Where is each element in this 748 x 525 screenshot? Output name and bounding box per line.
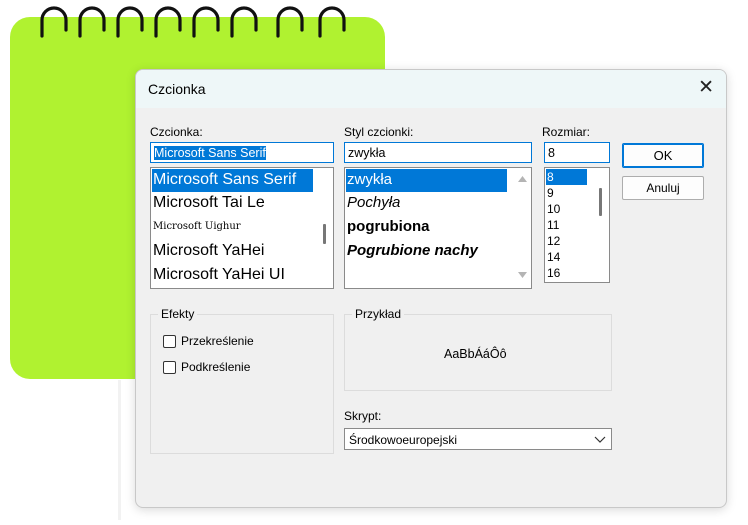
size-list-scrollbar[interactable] — [592, 168, 609, 282]
ok-button[interactable]: OK — [622, 143, 704, 168]
script-label: Skrypt: — [344, 409, 382, 423]
font-size-input[interactable]: 8 — [544, 142, 610, 163]
font-list-scrollbar[interactable] — [316, 168, 333, 288]
strikeout-label[interactable]: Przekreślenie — [181, 334, 254, 348]
font-style-list[interactable]: zwykła Pochyła pogrubiona Pogrubione nac… — [344, 167, 532, 289]
style-list-item-bold-italic[interactable]: Pogrubione nachy — [346, 240, 478, 263]
font-size-list[interactable]: 8 9 10 11 12 14 16 — [544, 167, 610, 283]
font-list-scroll-thumb[interactable] — [323, 224, 326, 244]
chevron-down-icon — [594, 436, 606, 443]
effects-group-title: Efekty — [158, 307, 198, 321]
underline-checkbox[interactable] — [163, 361, 176, 374]
size-list-item[interactable]: 16 — [546, 265, 560, 281]
sample-text: AaBbÁáÔô — [444, 347, 507, 361]
style-label: Styl czcionki: — [344, 125, 414, 139]
font-list[interactable]: Microsoft Sans Serif Microsoft Tai Le Mi… — [150, 167, 334, 289]
size-list-item[interactable]: 9 — [546, 185, 554, 201]
font-style-input[interactable]: zwykła — [344, 142, 532, 163]
font-list-item-microsoft-uighur[interactable]: Microsoft Uighur — [152, 216, 241, 239]
style-list-item-italic[interactable]: Pochyła — [346, 192, 400, 215]
scroll-up-arrow-icon[interactable] — [518, 176, 527, 182]
close-icon[interactable]: ✕ — [698, 78, 714, 97]
font-list-item-microsoft-yahei[interactable]: Microsoft YaHei — [152, 240, 264, 263]
script-value: Środkowoeuropejski — [349, 433, 458, 447]
font-list-item-microsoft-sans-serif[interactable]: Microsoft Sans Serif — [152, 169, 313, 192]
font-label: Czcionka: — [150, 125, 203, 139]
font-name-input[interactable]: Microsoft Sans Serif — [150, 142, 334, 163]
size-label: Rozmiar: — [542, 125, 591, 139]
spiral-binding-icon — [40, 6, 346, 38]
size-list-scroll-thumb[interactable] — [599, 188, 602, 216]
scroll-down-arrow-icon[interactable] — [518, 272, 527, 278]
style-list-item-bold[interactable]: pogrubiona — [346, 216, 430, 239]
dialog-titlebar: Czcionka ✕ — [136, 70, 726, 108]
font-name-value: Microsoft Sans Serif — [154, 146, 266, 160]
font-list-item-microsoft-tai-le[interactable]: Microsoft Tai Le — [152, 192, 265, 215]
font-dialog: Czcionka ✕ Czcionka: Microsoft Sans Seri… — [135, 69, 727, 508]
size-list-item[interactable]: 10 — [546, 201, 560, 217]
size-list-item[interactable]: 14 — [546, 249, 560, 265]
dialog-title: Czcionka — [148, 81, 206, 97]
underline-label[interactable]: Podkreślenie — [181, 360, 250, 374]
size-list-item[interactable]: 8 — [546, 169, 587, 185]
script-select[interactable]: Środkowoeuropejski — [344, 428, 612, 450]
font-list-item-microsoft-yahei-ui[interactable]: Microsoft YaHei UI — [152, 264, 285, 287]
sample-group-title: Przykład — [352, 307, 405, 321]
style-list-scrollbar[interactable] — [514, 168, 531, 288]
page-edge-line — [118, 380, 121, 520]
style-list-item-regular[interactable]: zwykła — [346, 169, 507, 192]
cancel-button[interactable]: Anuluj — [622, 176, 704, 200]
strikeout-checkbox[interactable] — [163, 335, 176, 348]
size-list-item[interactable]: 12 — [546, 233, 560, 249]
size-list-item[interactable]: 11 — [546, 217, 559, 233]
